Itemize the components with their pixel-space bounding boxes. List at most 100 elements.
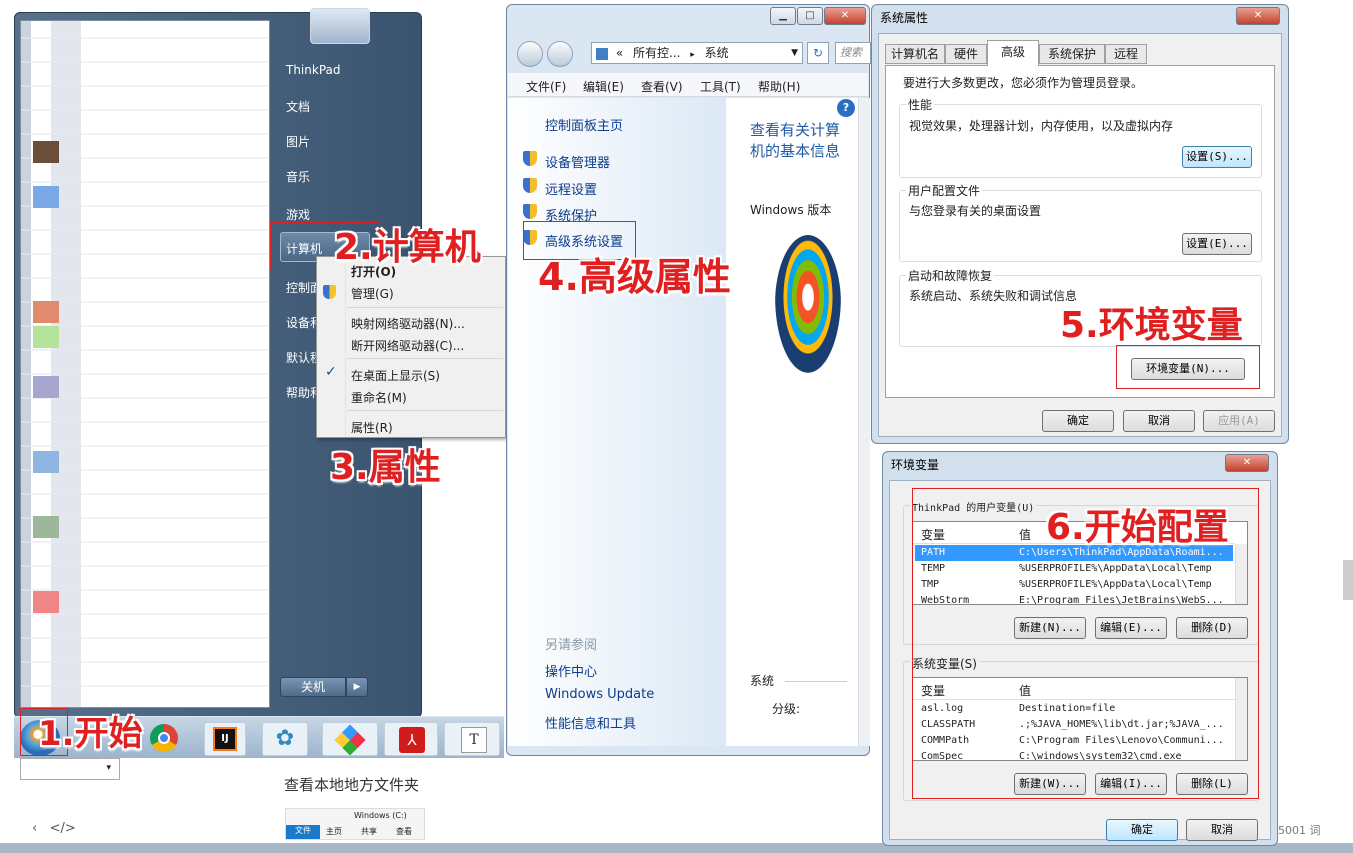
search-input[interactable]: 搜索 [835,42,871,64]
annotation-step3: 3.属性 [330,447,441,488]
close-button[interactable]: ✕ [1225,454,1269,472]
bg-ribbon-tab-share[interactable]: 共享 [361,826,377,837]
bg-right-scrollbar[interactable] [1343,560,1353,600]
annotation-step1: 1.开始 [38,714,143,754]
address-crumb-system[interactable]: 系统 [705,46,729,60]
windows-edition-label: Windows 版本 [750,203,832,217]
address-dropdown-icon[interactable]: ▼ [791,43,798,63]
performance-group: 视觉效果，处理器计划，内存使用，以及虚拟内存 设置(S)... [899,104,1262,178]
shield-icon [523,151,537,166]
computer-context-menu: 打开(O) 管理(G) 映射网络驱动器(N)... 断开网络驱动器(C)... … [316,256,506,438]
start-item-music[interactable]: 音乐 [286,168,310,185]
tab-hardware[interactable]: 硬件 [945,44,987,64]
typora-icon[interactable]: T [444,722,500,756]
system-section-label: 系统 [750,674,775,688]
system-section-rule [785,681,847,682]
menu-file[interactable]: 文件(F) [526,78,566,95]
system-sidebar [508,98,726,746]
windows-logo [775,235,841,373]
env-dialog-title: 环境变量 [891,458,940,472]
address-separator: ▸ [690,50,695,60]
address-crumb-all-control[interactable]: 所有控... [633,46,680,60]
performance-settings-button[interactable]: 设置(S)... [1182,146,1252,168]
system-scrollbar[interactable] [858,98,870,746]
context-item-properties[interactable]: 属性(R) [351,419,393,436]
menu-help[interactable]: 帮助(H) [758,78,800,95]
bg-ribbon-tab-file[interactable]: 文件 [286,825,320,839]
apply-button[interactable]: 应用(A) [1203,410,1275,432]
context-item-manage[interactable]: 管理(G) [351,285,394,302]
profile-title: 用户配置文件 [906,182,983,199]
search-placeholder: 搜索 [840,46,862,59]
annotation-step6: 6.开始配置 [1046,507,1229,548]
minimize-button[interactable]: ▁ [770,7,796,25]
refresh-button[interactable]: ↻ [807,42,829,64]
see-also-performance[interactable]: 性能信息和工具 [545,713,636,732]
blur-block-f [33,451,59,473]
menu-view[interactable]: 查看(V) [641,78,683,95]
profile-settings-button[interactable]: 设置(E)... [1182,233,1252,255]
see-also-action-center[interactable]: 操作中心 [545,661,597,680]
blur-block-h [33,591,59,613]
highlight-env-button [1116,345,1260,389]
blur-block-a [33,141,59,163]
env-ok-button[interactable]: 确定 [1106,819,1178,841]
tab-system-protection[interactable]: 系统保护 [1039,44,1105,64]
tab-advanced[interactable]: 高级 [987,40,1039,66]
start-item-pictures[interactable]: 图片 [286,133,310,150]
address-bar[interactable]: « 所有控... ▸ 系统 ▼ [591,42,803,64]
shutdown-button[interactable]: 关机 [280,677,346,697]
chrome-icon[interactable] [150,724,178,752]
user-picture[interactable] [310,8,370,44]
address-chevron: « [615,46,624,60]
context-item-show-desktop[interactable]: 在桌面上显示(S) [351,367,440,384]
bg-ribbon-tab-view[interactable]: 查看 [396,826,412,837]
bg-ribbon-tab-home[interactable]: 主页 [326,826,342,837]
bg-code-icon[interactable]: ‹ </> [32,821,76,836]
back-button[interactable] [517,41,543,67]
start-item-games[interactable]: 游戏 [286,206,310,223]
context-item-map-drive[interactable]: 映射网络驱动器(N)... [351,315,465,332]
sidebar-link-remote-settings[interactable]: 远程设置 [545,179,597,198]
annotation-step5: 5.环境变量 [1060,305,1243,346]
context-item-rename[interactable]: 重命名(M) [351,389,407,406]
admin-note: 要进行大多数更改，您必须作为管理员登录。 [903,76,1144,90]
tab-computer-name[interactable]: 计算机名 [885,44,945,64]
close-button[interactable]: ✕ [1236,7,1280,25]
bg-ribbon: Windows (C:) 文件 主页 共享 查看 [285,808,425,840]
intellij-icon[interactable]: IJ [204,722,246,756]
profile-desc: 与您登录有关的桌面设置 [909,204,1042,218]
menu-edit[interactable]: 编辑(E) [583,78,624,95]
cancel-button[interactable]: 取消 [1123,410,1195,432]
small-dropdown-box[interactable]: ▾ [20,758,120,780]
shutdown-options-button[interactable]: ▶ [346,677,368,697]
close-button[interactable]: ✕ [824,7,866,25]
shutdown-label: 关机 [300,680,325,694]
intellij-glyph: IJ [213,727,237,751]
blur-block-d [33,326,59,348]
acrobat-icon[interactable]: ⅄ [384,722,438,756]
context-item-disconnect-drive[interactable]: 断开网络驱动器(C)... [351,337,464,354]
env-cancel-button[interactable]: 取消 [1186,819,1258,841]
forward-button[interactable] [547,41,573,67]
uac-shield-icon [323,285,336,299]
start-item-thinkpad[interactable]: ThinkPad [286,63,341,77]
sidebar-link-device-manager[interactable]: 设备管理器 [545,152,610,171]
ccleaner-icon[interactable]: ✿ [262,722,308,756]
sidebar-control-panel-home[interactable]: 控制面板主页 [545,115,623,134]
annotation-step4: 4.高级属性 [538,255,731,299]
maximize-button[interactable]: □ [797,7,823,25]
start-item-documents[interactable]: 文档 [286,98,310,115]
blur-block-g [33,516,59,538]
pinwheel-icon[interactable] [322,722,378,756]
startup-desc: 系统启动、系统失败和调试信息 [909,289,1078,303]
see-also-windows-update[interactable]: Windows Update [545,687,654,702]
dialog-title: 系统属性 [880,11,929,25]
startup-title: 启动和故障恢复 [906,267,995,284]
context-separator [347,358,503,359]
help-icon[interactable]: ? [837,99,855,117]
tab-remote[interactable]: 远程 [1105,44,1147,64]
ok-button[interactable]: 确定 [1042,410,1114,432]
blur-block-c [33,301,59,323]
menu-tools[interactable]: 工具(T) [700,78,741,95]
